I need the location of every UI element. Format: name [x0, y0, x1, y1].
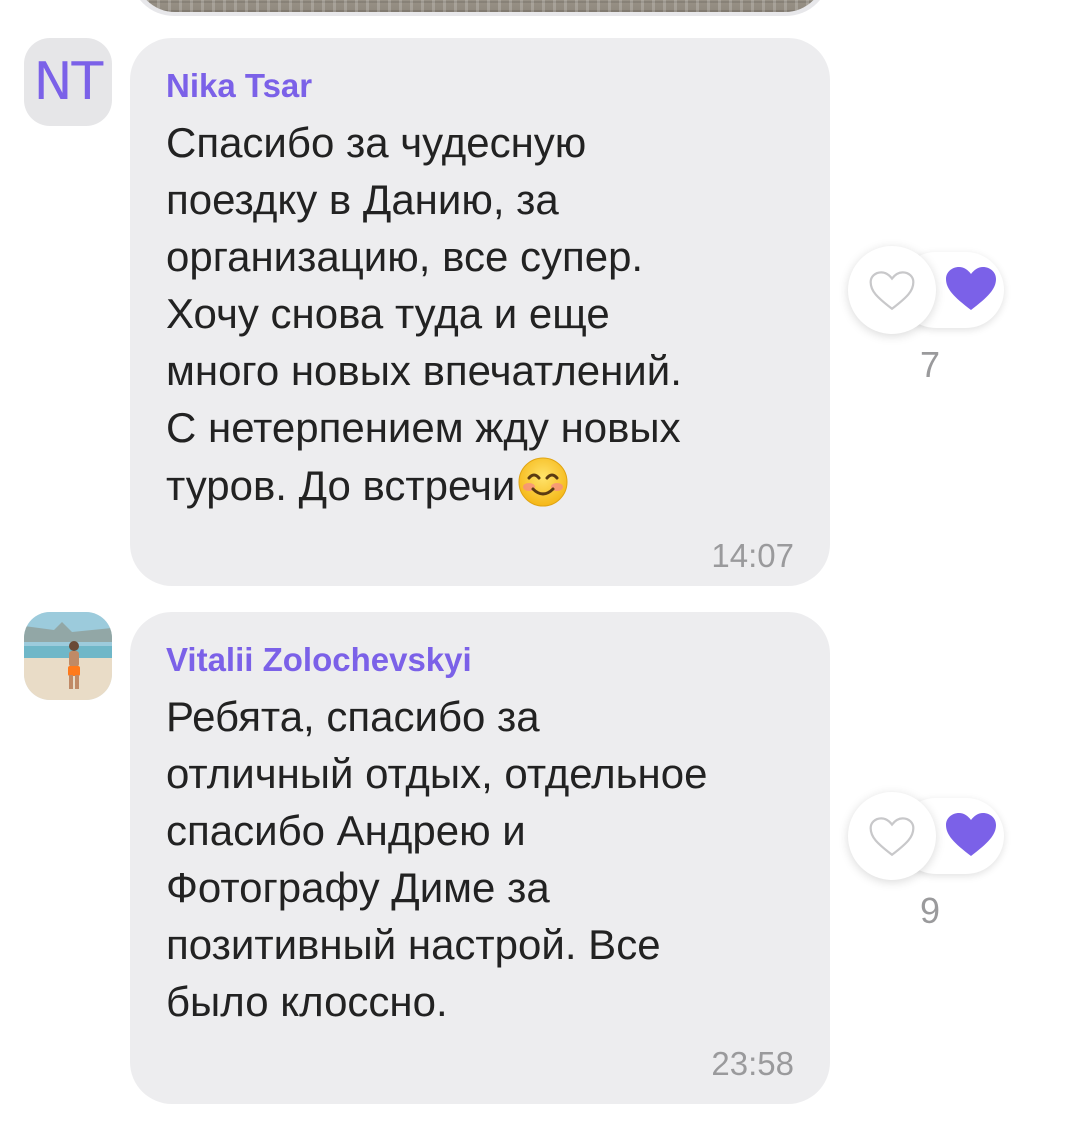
message-bubble[interactable]: Vitalii Zolochevskyi Ребята, спасибо за …: [130, 612, 830, 1104]
sender-name[interactable]: Nika Tsar: [166, 66, 794, 106]
reactions: [848, 792, 1008, 882]
avatar[interactable]: NT: [24, 38, 112, 126]
message-time: 14:07: [711, 537, 794, 574]
message-text-body: Спасибо за чудесную поездку в Данию, за …: [166, 119, 682, 509]
user-photo: [24, 612, 112, 700]
sender-name[interactable]: Vitalii Zolochevskyi: [166, 640, 794, 680]
message-text: Ребята, спасибо за отличный отдых, отдел…: [166, 693, 708, 1025]
message-bubble[interactable]: Nika Tsar Спасибо за чудесную поездку в …: [130, 38, 830, 586]
avatar[interactable]: [24, 612, 112, 700]
reactions: [848, 246, 1008, 336]
message-time: 23:58: [711, 1045, 794, 1082]
like-button[interactable]: [848, 792, 936, 880]
heart-outline-icon: [869, 817, 915, 857]
heart-filled-icon: [946, 267, 996, 310]
smiling-face-emoji-icon: [517, 456, 569, 522]
heart-outline-icon: [869, 271, 915, 311]
like-button[interactable]: [848, 246, 936, 334]
heart-filled-icon: [946, 813, 996, 856]
message-text: Спасибо за чудесную поездку в Данию, за …: [166, 114, 794, 522]
previous-message-image[interactable]: [135, 0, 825, 12]
